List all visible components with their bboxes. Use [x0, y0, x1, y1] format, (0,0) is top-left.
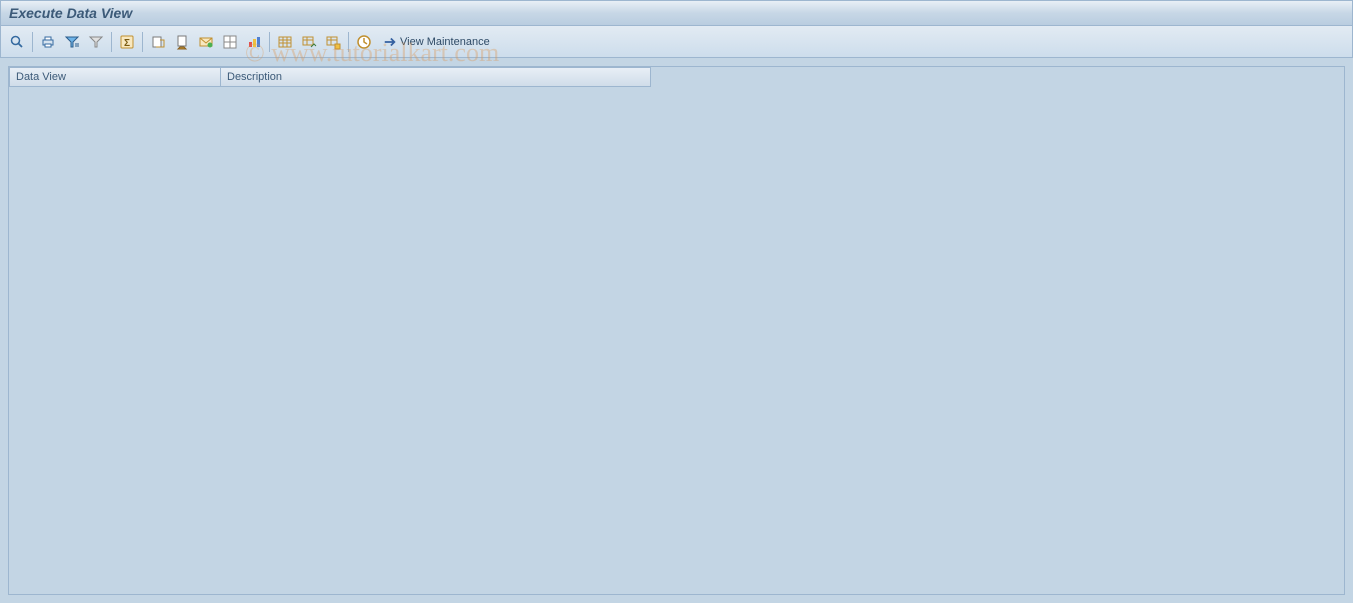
toolbar-separator: [348, 32, 349, 52]
title-bar: Execute Data View: [0, 0, 1353, 26]
print-button[interactable]: [36, 30, 60, 54]
save-layout-button[interactable]: [321, 30, 345, 54]
sum-icon: Σ: [119, 34, 135, 50]
grid-header-row: Data View Description: [9, 67, 1344, 87]
filter-icon: [64, 34, 80, 50]
export-button[interactable]: [146, 30, 170, 54]
toolbar: Σ: [0, 26, 1353, 58]
layout-save-icon: [325, 34, 341, 50]
filter-delete-icon: [88, 34, 104, 50]
set-filter-button[interactable]: [60, 30, 84, 54]
change-layout-button[interactable]: [273, 30, 297, 54]
view-maintenance-button[interactable]: View Maintenance: [376, 30, 497, 54]
application-window: Execute Data View: [0, 0, 1353, 603]
delete-filter-button[interactable]: [84, 30, 108, 54]
magnifier-icon: [9, 34, 25, 50]
abc-icon: [222, 34, 238, 50]
grid-body: [9, 87, 1344, 594]
export-icon: [150, 34, 166, 50]
local-file-icon: [174, 34, 190, 50]
column-header-data-view[interactable]: Data View: [9, 67, 221, 87]
svg-text:Σ: Σ: [124, 38, 130, 49]
execute-button[interactable]: [352, 30, 376, 54]
toolbar-separator: [269, 32, 270, 52]
details-button[interactable]: [5, 30, 29, 54]
toolbar-separator: [142, 32, 143, 52]
graphic-button[interactable]: [242, 30, 266, 54]
layout-change-icon: [277, 34, 293, 50]
mail-button[interactable]: [194, 30, 218, 54]
content-panel: Data View Description: [8, 66, 1345, 595]
column-header-description[interactable]: Description: [221, 67, 651, 87]
local-file-button[interactable]: [170, 30, 194, 54]
page-title: Execute Data View: [9, 5, 132, 21]
toolbar-separator: [111, 32, 112, 52]
layout-select-icon: [301, 34, 317, 50]
sum-button[interactable]: Σ: [115, 30, 139, 54]
toolbar-separator: [32, 32, 33, 52]
abc-analysis-button[interactable]: [218, 30, 242, 54]
mail-icon: [198, 34, 214, 50]
printer-icon: [40, 34, 56, 50]
select-layout-button[interactable]: [297, 30, 321, 54]
view-maintenance-label: View Maintenance: [400, 36, 490, 48]
arrow-right-icon: [383, 35, 397, 49]
content-area: Data View Description: [0, 58, 1353, 603]
execute-icon: [356, 34, 372, 50]
chart-icon: [246, 34, 262, 50]
